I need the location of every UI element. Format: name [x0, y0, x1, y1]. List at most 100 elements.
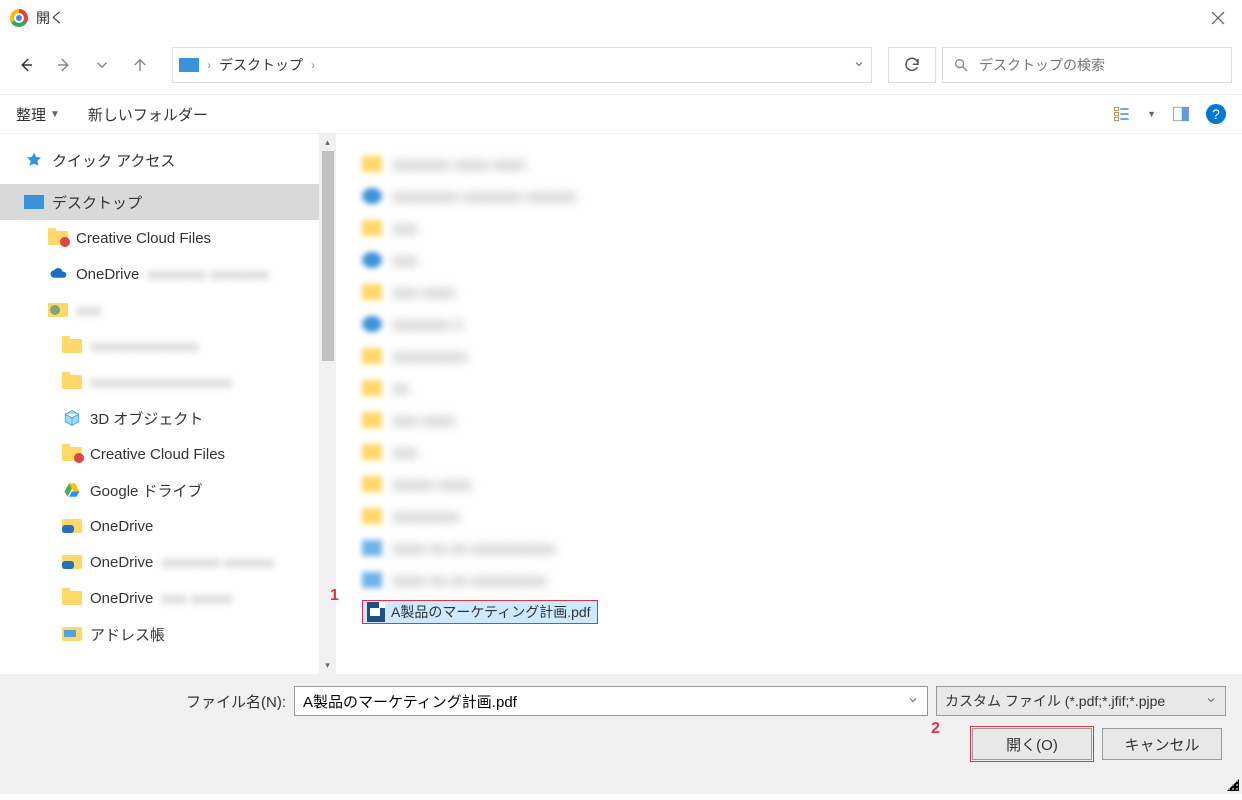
file-type-filter[interactable]: カスタム ファイル (*.pdf;*.jfif;*.pjpe: [936, 686, 1226, 716]
breadcrumb-dropdown[interactable]: [853, 57, 865, 73]
folder-icon: [362, 348, 382, 364]
list-item-selected[interactable]: A製品のマーケティング計画.pdf: [356, 596, 1222, 628]
onedrive-folder-icon: [62, 519, 82, 533]
chevron-right-icon: ›: [311, 58, 315, 72]
folder-icon: [362, 508, 382, 524]
preview-pane-button[interactable]: [1170, 103, 1192, 125]
file-label: aaaaa aaaa: [392, 476, 471, 493]
sidebar-item-generic[interactable]: aaaaaaaaaaaaaaaaa: [0, 364, 336, 400]
scroll-up-icon[interactable]: ▴: [319, 134, 336, 151]
sidebar-item-user[interactable]: aaa: [0, 292, 336, 328]
folder-icon: [48, 231, 68, 245]
sidebar-item-gdrive[interactable]: Google ドライブ: [0, 472, 336, 508]
tree-label: OneDrive: [90, 590, 153, 607]
file-label: A製品のマーケティング計画.pdf: [391, 602, 591, 622]
tree-sub: aaaaaaa aaaaaaa: [147, 266, 268, 283]
pdf-icon: [367, 602, 385, 622]
list-item[interactable]: aaa: [356, 244, 1222, 276]
breadcrumb[interactable]: › デスクトップ ›: [172, 47, 872, 83]
cube-icon: [62, 409, 82, 427]
organize-menu[interactable]: 整理 ▼: [16, 104, 60, 125]
filename-label: ファイル名(N):: [16, 691, 286, 712]
cloud-icon: [362, 316, 382, 332]
resize-grip[interactable]: [1226, 778, 1240, 792]
list-item[interactable]: aaa aaaa: [356, 404, 1222, 436]
tree-sub: aaaaaaa aaaaaa: [161, 554, 274, 571]
list-item[interactable]: aaaa aa aa aaaaaaaaa: [356, 564, 1222, 596]
file-label: aaaa aa aa aaaaaaaaaa: [392, 540, 555, 557]
tree-label: OneDrive: [90, 518, 153, 535]
cloud-icon: [48, 265, 68, 283]
image-icon: [362, 540, 382, 556]
sidebar-item-od1[interactable]: OneDrive: [0, 508, 336, 544]
file-label: aaaaaaa a: [392, 316, 463, 333]
arrow-left-icon: [17, 56, 35, 74]
sidebar-item-od3[interactable]: OneDrive aaa aaaaa: [0, 580, 336, 616]
chevron-right-icon: ›: [207, 58, 211, 72]
file-label: aaa: [392, 252, 417, 269]
cancel-label: キャンセル: [1124, 734, 1199, 755]
open-button[interactable]: 開く(O): [972, 728, 1092, 760]
chevron-down-icon[interactable]: ▼: [1147, 109, 1156, 119]
view-mode-button[interactable]: [1111, 103, 1133, 125]
resize-grip-icon: [1226, 778, 1240, 792]
up-button[interactable]: [124, 49, 156, 81]
tree-label: aaaaaaaaaaaaa: [90, 338, 198, 355]
tree-label: クイック アクセス: [52, 150, 175, 171]
forward-button[interactable]: [48, 49, 80, 81]
list-item[interactable]: aaa: [356, 212, 1222, 244]
list-item[interactable]: aaa aaaa: [356, 276, 1222, 308]
filename-field[interactable]: [294, 686, 928, 716]
sidebar-item-onedrive[interactable]: OneDrive aaaaaaa aaaaaaa: [0, 256, 336, 292]
file-label: aaaaaaa aaaa aaaa: [392, 156, 525, 173]
desktop-icon: [24, 195, 44, 209]
list-item[interactable]: aaaaaaaa aaaaaaa aaaaaa: [356, 180, 1222, 212]
user-folder-icon: [48, 303, 68, 317]
cloud-icon: [362, 188, 382, 204]
tree-label: aaaaaaaaaaaaaaaaa: [90, 374, 232, 391]
file-label: aaaaaaaa: [392, 508, 459, 525]
dialog-title: 開く: [36, 8, 64, 28]
help-button[interactable]: ?: [1206, 104, 1226, 124]
list-item[interactable]: aaaaa aaaa: [356, 468, 1222, 500]
chevron-down-icon[interactable]: [907, 693, 919, 709]
list-item[interactable]: aa: [356, 372, 1222, 404]
close-button[interactable]: [1204, 4, 1232, 32]
recent-dropdown[interactable]: [86, 49, 118, 81]
sidebar-item-ccf[interactable]: Creative Cloud Files: [0, 220, 336, 256]
list-item[interactable]: aaaaaaa aaaa aaaa: [356, 148, 1222, 180]
chevron-down-icon: [1205, 693, 1217, 709]
file-label: aaa aaaa: [392, 284, 455, 301]
cancel-button[interactable]: キャンセル: [1102, 728, 1222, 760]
tree-label: OneDrive: [76, 266, 139, 283]
filename-input[interactable]: [303, 693, 907, 710]
sidebar-item-ccf2[interactable]: Creative Cloud Files: [0, 436, 336, 472]
breadcrumb-location[interactable]: デスクトップ: [219, 55, 303, 75]
refresh-button[interactable]: [888, 47, 936, 83]
folder-icon: [62, 375, 82, 389]
chevron-down-icon: [853, 58, 865, 70]
list-item[interactable]: aaaaaaaaa: [356, 340, 1222, 372]
list-item[interactable]: aaa: [356, 436, 1222, 468]
sidebar-item-quick-access[interactable]: クイック アクセス: [0, 142, 336, 178]
search-box[interactable]: [942, 47, 1232, 83]
scroll-down-icon[interactable]: ▾: [319, 657, 336, 674]
sidebar-item-3d[interactable]: 3D オブジェクト: [0, 400, 336, 436]
sidebar-item-address[interactable]: アドレス帳: [0, 616, 336, 652]
sidebar-item-od2[interactable]: OneDrive aaaaaaa aaaaaa: [0, 544, 336, 580]
filter-label: カスタム ファイル (*.pdf;*.jfif;*.pjpe: [945, 691, 1165, 711]
sidebar-item-generic[interactable]: aaaaaaaaaaaaa: [0, 328, 336, 364]
tree-label: Creative Cloud Files: [90, 446, 225, 463]
back-button[interactable]: [10, 49, 42, 81]
view-list-icon: [1111, 104, 1133, 124]
google-drive-icon: [62, 481, 82, 499]
list-item[interactable]: aaaaaaa a: [356, 308, 1222, 340]
new-folder-button[interactable]: 新しいフォルダー: [88, 104, 208, 125]
sidebar-item-desktop[interactable]: デスクトップ: [0, 184, 336, 220]
folder-icon: [362, 156, 382, 172]
list-item[interactable]: aaaaaaaa: [356, 500, 1222, 532]
arrow-up-icon: [131, 56, 149, 74]
search-input[interactable]: [979, 57, 1221, 73]
scrollbar-thumb[interactable]: [322, 151, 334, 361]
list-item[interactable]: aaaa aa aa aaaaaaaaaa: [356, 532, 1222, 564]
